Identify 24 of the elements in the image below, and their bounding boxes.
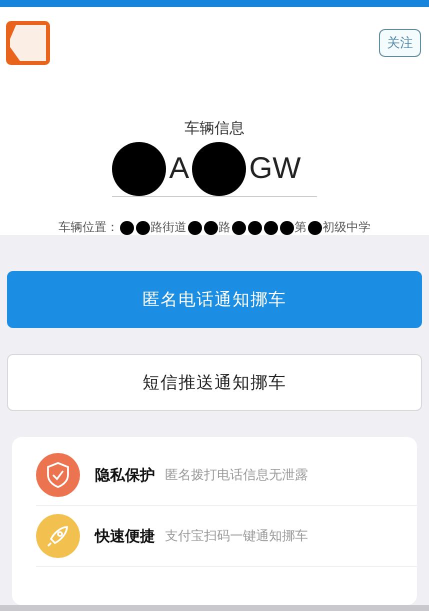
section-title: 车辆信息 — [184, 119, 244, 138]
logo-icon — [6, 21, 50, 65]
sms-button[interactable]: 短信推送通知挪车 — [7, 354, 422, 411]
location-text: 路 — [218, 219, 230, 236]
follow-button[interactable]: 关注 — [379, 29, 421, 57]
redaction-mark — [232, 220, 246, 234]
plate-number-field: A GW — [112, 142, 317, 197]
feature-description: 匿名拨打电话信息无泄露 — [165, 467, 308, 484]
feature-title: 隐私保护 — [95, 466, 155, 484]
location-text: 车辆位置： — [58, 219, 118, 236]
redaction-mark — [120, 220, 134, 234]
redaction-mark — [188, 220, 202, 234]
redaction-mark — [308, 220, 322, 234]
redaction-mark — [204, 220, 218, 234]
redaction-mark — [280, 220, 294, 234]
redaction-mark — [136, 220, 150, 234]
call-button[interactable]: 匿名电话通知挪车 — [7, 271, 422, 328]
feature-title: 快速便捷 — [95, 526, 155, 546]
location-text: 初级中学 — [322, 219, 370, 236]
location-text: 第 — [294, 219, 306, 236]
redaction-mark — [248, 220, 262, 234]
feature-description: 支付宝扫码一键通知挪车 — [165, 528, 308, 545]
redaction-mark — [264, 220, 278, 234]
location-text: 路街道 — [150, 219, 186, 236]
